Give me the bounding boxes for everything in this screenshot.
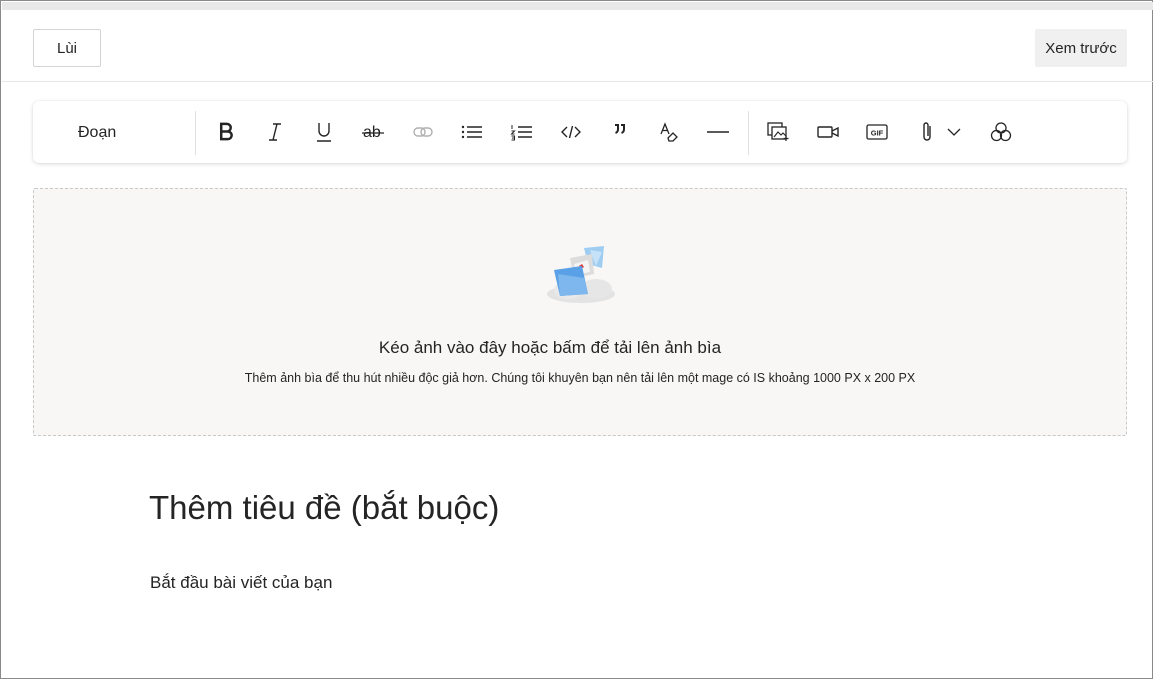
article-body-input[interactable]: Bắt đầu bài viết của bạn [150,573,332,593]
toolbar-divider [195,111,196,155]
link-icon [413,127,433,137]
attachment-dropdown-button[interactable] [939,117,969,147]
top-strip [2,2,1153,10]
bold-icon [219,122,233,141]
attachment-icon [923,122,931,141]
clear-formatting-icon [660,122,678,142]
horizontal-rule-button[interactable] [703,117,733,147]
paragraph-style-dropdown[interactable]: Đoạn [78,124,116,142]
gif-icon: GIF [866,124,888,140]
shapes-icon [990,122,1012,142]
insert-video-button[interactable] [813,117,843,147]
cover-image-dropzone[interactable]: Kéo ảnh vào đây hoặc bấm để tải lên ảnh … [33,188,1127,436]
horizontal-rule-icon [707,131,729,133]
link-button[interactable] [408,117,438,147]
underline-button[interactable] [309,117,339,147]
back-button[interactable]: Lùi [33,29,101,67]
cover-upload-title: Kéo ảnh vào đây hoặc bấm để tải lên ảnh … [378,338,722,357]
numbered-list-icon [510,125,532,141]
bulleted-list-button[interactable] [457,117,487,147]
insert-gif-button[interactable]: GIF [862,117,892,147]
formatting-toolbar: Đoạn ab GIF [33,101,1127,163]
quote-button[interactable] [605,117,635,147]
numbered-list-button[interactable] [507,117,537,147]
preview-button[interactable]: Xem trước [1035,29,1127,67]
bulleted-list-icon [461,125,482,139]
svg-text:GIF: GIF [871,129,884,138]
underline-icon [317,123,331,142]
header-bar: Lùi Xem trước [2,10,1153,82]
cover-upload-illustration [544,244,619,306]
code-button[interactable] [556,117,586,147]
strikethrough-button[interactable]: ab [358,117,388,147]
video-icon [817,126,839,138]
image-icon [767,122,789,141]
chevron-down-icon [947,128,961,136]
editor-window: Lùi Xem trước Đoạn ab GIF Kéo ảnh vào đâ… [0,0,1153,679]
italic-button[interactable] [260,117,290,147]
insert-image-button[interactable] [763,117,793,147]
toolbar-divider [748,111,749,155]
article-title-input[interactable]: Thêm tiêu đề (bắt buộc) [149,489,499,527]
bold-button[interactable] [211,117,241,147]
attachment-button[interactable] [912,117,942,147]
italic-icon [269,123,281,141]
quote-icon [615,124,625,134]
cover-upload-hint: Thêm ảnh bìa để thu hút nhiều độc giả hơ… [244,371,916,385]
shapes-button[interactable] [986,117,1016,147]
clear-formatting-button[interactable] [654,117,684,147]
code-icon [561,125,581,139]
strikethrough-icon: ab [362,124,384,141]
